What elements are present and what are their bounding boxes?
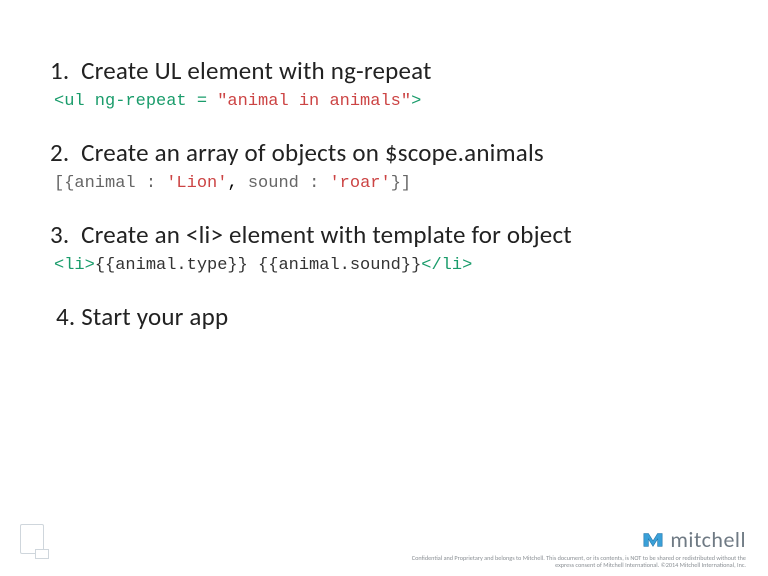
brand-name: mitchell	[670, 526, 746, 553]
code-token: :	[299, 174, 330, 193]
code-token: animal	[74, 174, 135, 193]
step-3: 3. Create an <li> element with template …	[50, 219, 718, 250]
step-num: 4.	[56, 301, 75, 332]
code-token: 'roar'	[329, 174, 390, 193]
code-token: 'Lion'	[166, 174, 227, 193]
step-num: 3.	[50, 219, 69, 250]
step-text: Create an array of objects on $scope.ani…	[81, 137, 544, 168]
step-num: 1.	[50, 55, 69, 86]
code-token: <ul	[54, 92, 85, 111]
code-token: ,	[227, 174, 247, 193]
code-token: <li>	[54, 256, 95, 275]
code-token: :	[136, 174, 167, 193]
footer-disclaimer: Confidential and Proprietary and belongs…	[406, 555, 746, 571]
code-line-1: <ul ng-repeat = "animal in animals">	[54, 92, 718, 111]
slide-body: 1. Create UL element with ng-repeat <ul …	[0, 0, 768, 332]
code-line-3: <li>{{animal.type}} {{animal.sound}}</li…	[54, 256, 718, 275]
code-token: }]	[391, 174, 411, 193]
code-token: </li>	[421, 256, 472, 275]
slide-footer: mitchell Confidential and Proprietary an…	[0, 516, 768, 576]
step-1: 1. Create UL element with ng-repeat	[50, 55, 718, 86]
code-token: [{	[54, 174, 74, 193]
brand: mitchell	[406, 526, 746, 553]
step-text: Start your app	[81, 301, 228, 332]
page-number-box	[20, 524, 44, 554]
code-token: {{animal.type}} {{animal.sound}}	[95, 256, 421, 275]
mitchell-logo-icon	[642, 528, 664, 550]
code-token: "animal in animals"	[217, 92, 411, 111]
step-4: 4. Start your app	[56, 301, 718, 332]
step-2: 2. Create an array of objects on $scope.…	[50, 137, 718, 168]
step-text: Create an <li> element with template for…	[81, 219, 572, 250]
step-num: 2.	[50, 137, 69, 168]
code-token: >	[411, 92, 421, 111]
footer-right: mitchell Confidential and Proprietary an…	[406, 526, 746, 571]
code-token: ng-repeat =	[85, 92, 218, 111]
code-token: sound	[248, 174, 299, 193]
code-line-2: [{animal : 'Lion', sound : 'roar'}]	[54, 174, 718, 193]
step-text: Create UL element with ng-repeat	[81, 55, 432, 86]
